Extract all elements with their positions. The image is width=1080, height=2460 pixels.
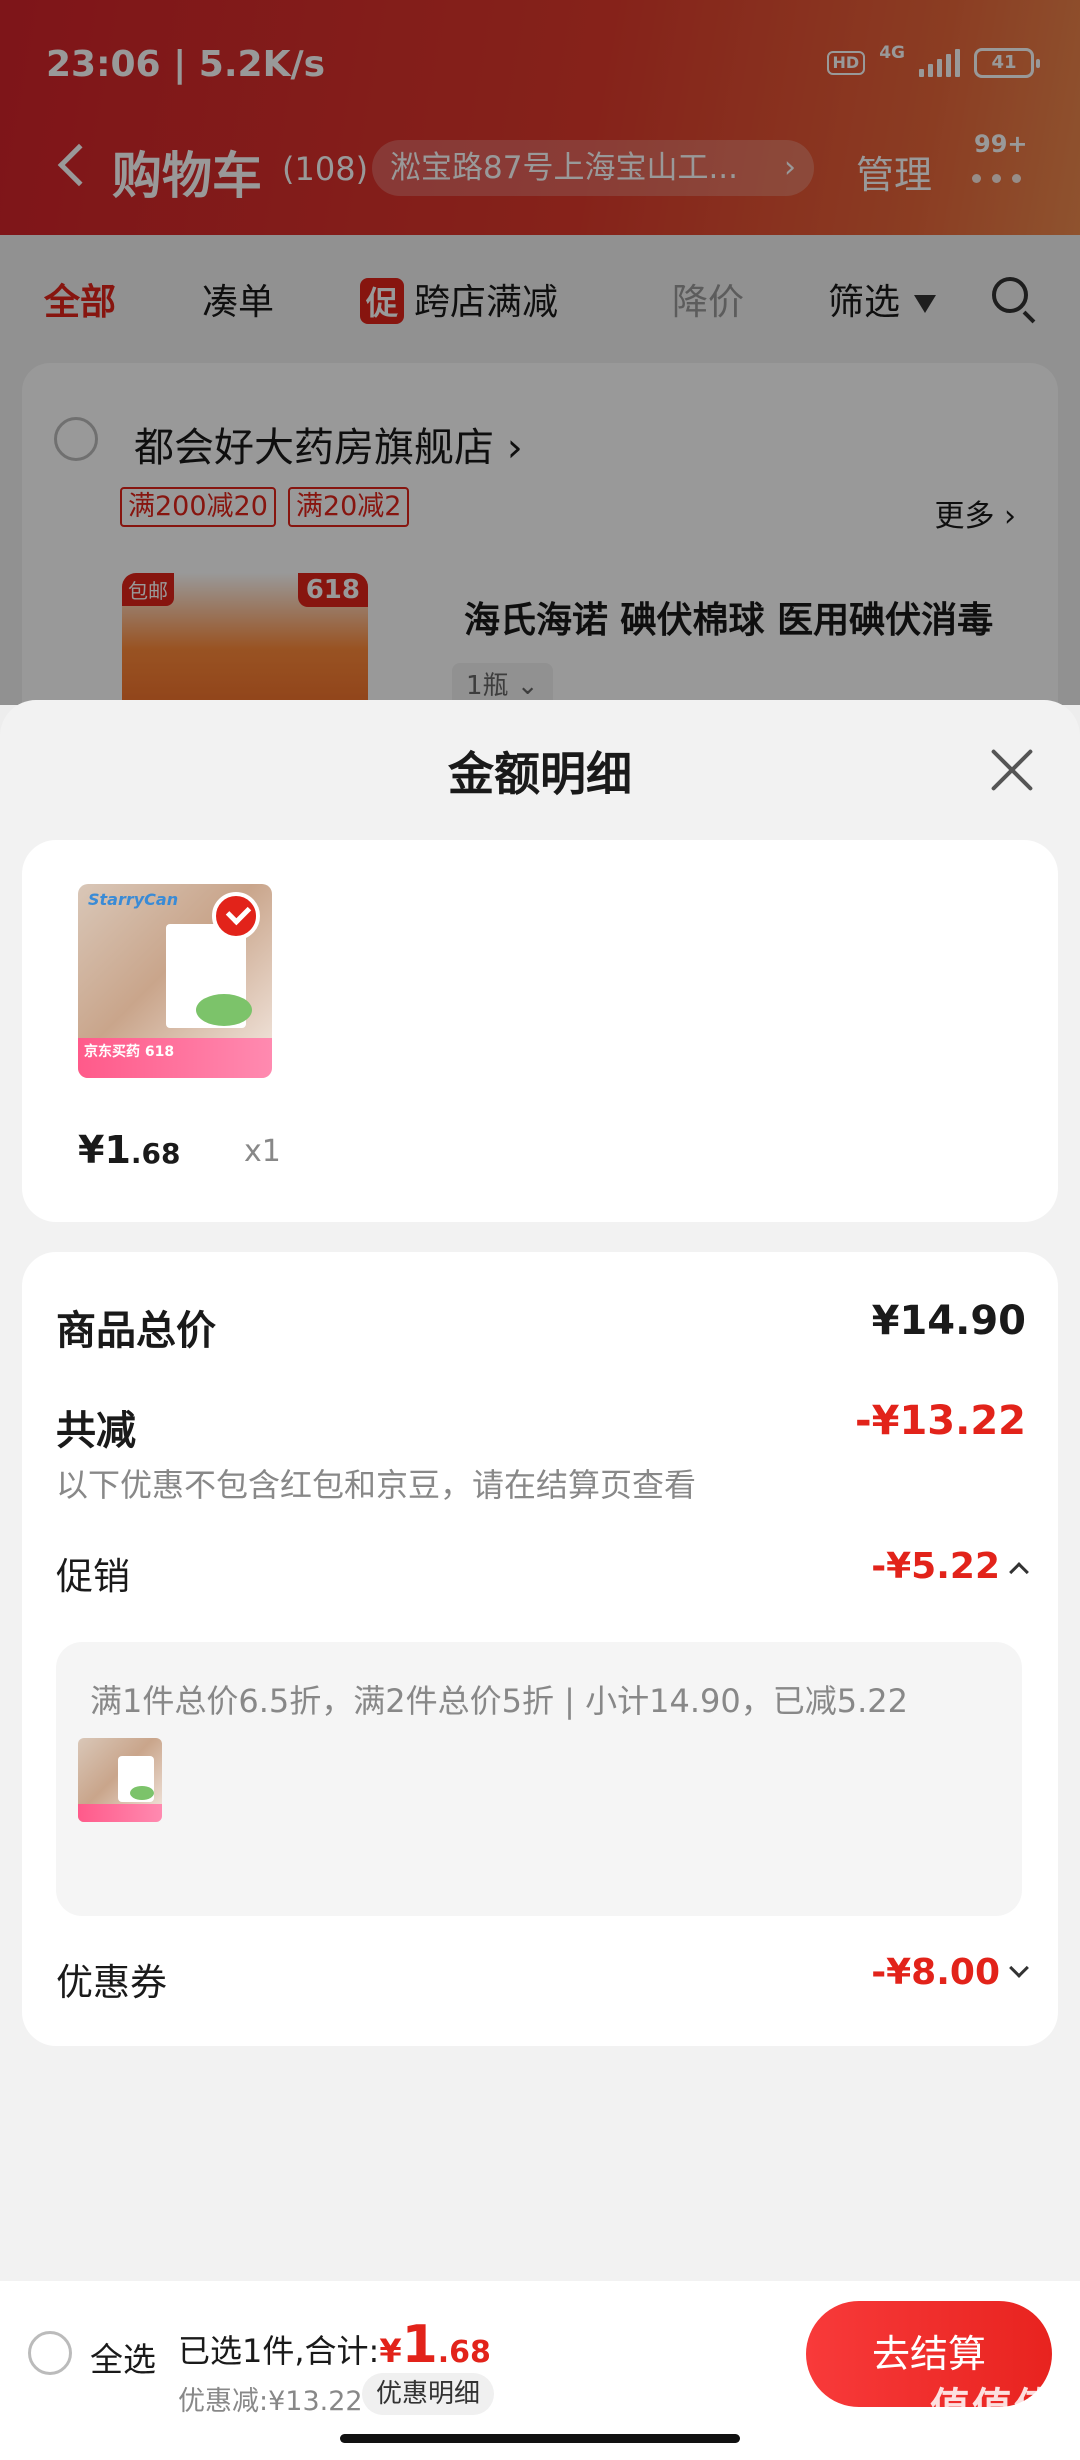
promotion-toggle[interactable]: -¥5.22 <box>871 1546 1029 1587</box>
close-icon[interactable] <box>988 746 1036 794</box>
saved-amount: 优惠减:¥13.22 <box>178 2386 363 2417</box>
sheet-title: 金额明细 <box>448 747 632 801</box>
promotion-description: 满1件总价6.5折，满2件总价5折 | 小计14.90，已减5.22 <box>90 1682 908 1720</box>
promotion-detail-box: 满1件总价6.5折，满2件总价5折 | 小计14.90，已减5.22 <box>56 1642 1022 1916</box>
total-dec: .68 <box>437 2335 491 2370</box>
reduction-value: -¥13.22 <box>855 1398 1026 1444</box>
discount-detail-button[interactable]: 优惠明细 <box>362 2373 495 2415</box>
item-quantity: x1 <box>244 1134 281 1169</box>
thumb-promo-strip <box>78 1804 162 1822</box>
total-price-label: 商品总价 <box>56 1308 216 1354</box>
checked-icon <box>212 892 260 940</box>
selected-items-card: StarryCan 京东买药 618 ¥1.68 x1 <box>22 840 1058 1222</box>
item-price-dec: .68 <box>130 1137 181 1170</box>
total-amount: ¥1.68 <box>379 2315 491 2375</box>
total-int: 1 <box>401 2315 438 2375</box>
watermark-url: zhizhizhi.com <box>930 2428 1052 2449</box>
total-symbol: ¥ <box>379 2332 402 2370</box>
thumb-patch <box>196 994 252 1026</box>
select-all-radio[interactable] <box>28 2331 72 2375</box>
promotion-value: -¥5.22 <box>871 1546 1000 1587</box>
promotion-label: 促销 <box>56 1555 130 1598</box>
coupon-toggle[interactable]: -¥8.00 <box>871 1952 1029 1993</box>
home-indicator[interactable] <box>340 2434 740 2443</box>
thumb-patch <box>130 1786 154 1800</box>
selected-text: 已选1件,合计: <box>178 2332 380 2370</box>
coupon-value: -¥8.00 <box>871 1952 1000 1993</box>
item-price: ¥1.68 <box>78 1128 181 1172</box>
dim-overlay[interactable] <box>0 0 1080 705</box>
item-price-int: ¥1 <box>78 1128 131 1172</box>
coupon-label: 优惠券 <box>56 1961 167 2004</box>
chevron-down-icon <box>1009 1958 1029 1978</box>
price-breakdown-card: 商品总价 ¥14.90 共减 -¥13.22 以下优惠不包含红包和京豆，请在结算… <box>22 1252 1058 2046</box>
reduction-label: 共减 <box>56 1408 136 1454</box>
selection-summary: 已选1件,合计:¥1.68 <box>178 2315 491 2375</box>
total-price-value: ¥14.90 <box>871 1298 1026 1344</box>
reduction-note: 以下优惠不包含红包和京豆，请在结算页查看 <box>56 1466 697 1504</box>
select-all-label[interactable]: 全选 <box>90 2333 156 2381</box>
watermark: 值值值 <box>930 2385 1056 2431</box>
thumb-brand: StarryCan <box>88 890 179 909</box>
promo-item-thumbnail <box>78 1738 162 1822</box>
thumb-promo: 京东买药 618 <box>78 1038 272 1078</box>
chevron-up-icon <box>1009 1562 1029 1582</box>
amount-detail-sheet: 金额明细 StarryCan 京东买药 618 ¥1.68 x1 商品总价 ¥1… <box>0 700 1080 2460</box>
